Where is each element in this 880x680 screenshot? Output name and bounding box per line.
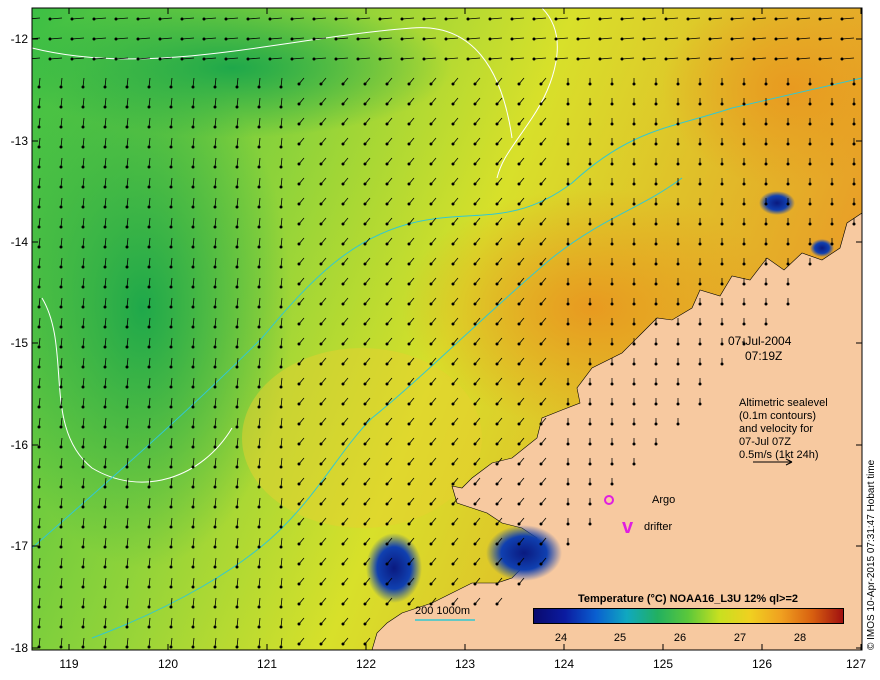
y-tick-label: -13 bbox=[10, 134, 28, 148]
x-tick-label: 124 bbox=[553, 657, 575, 671]
x-tick-label: 121 bbox=[256, 657, 278, 671]
x-tick-label: 127 bbox=[845, 657, 867, 671]
credit-text: © IMOS 10-Apr-2015 07:31:47 Hobart time bbox=[866, 459, 877, 650]
colorbar bbox=[533, 608, 844, 624]
x-tick-label: 119 bbox=[59, 657, 79, 671]
y-tick-label: -17 bbox=[10, 539, 28, 553]
y-tick-label: -16 bbox=[10, 438, 28, 452]
y-tick-label: -12 bbox=[10, 32, 28, 46]
colorbar-tick: 26 bbox=[673, 632, 687, 644]
colorbar-tick: 28 bbox=[793, 632, 807, 644]
y-tick-label: -15 bbox=[10, 336, 28, 350]
x-tick-label: 122 bbox=[355, 657, 377, 671]
x-tick-label: 123 bbox=[454, 657, 476, 671]
colorbar-tick: 24 bbox=[554, 632, 568, 644]
x-tick-label: 126 bbox=[751, 657, 773, 671]
y-tick-label: -14 bbox=[10, 235, 28, 249]
colorbar-title: Temperature (°C) NOAA16_L3U 12% ql>=2 bbox=[578, 593, 798, 605]
colorbar-tick: 27 bbox=[733, 632, 747, 644]
y-tick-label: -18 bbox=[10, 641, 28, 655]
x-tick-label: 125 bbox=[652, 657, 674, 671]
colorbar-tick: 25 bbox=[613, 632, 627, 644]
x-tick-label: 120 bbox=[157, 657, 179, 671]
axes-frame bbox=[31, 7, 863, 651]
